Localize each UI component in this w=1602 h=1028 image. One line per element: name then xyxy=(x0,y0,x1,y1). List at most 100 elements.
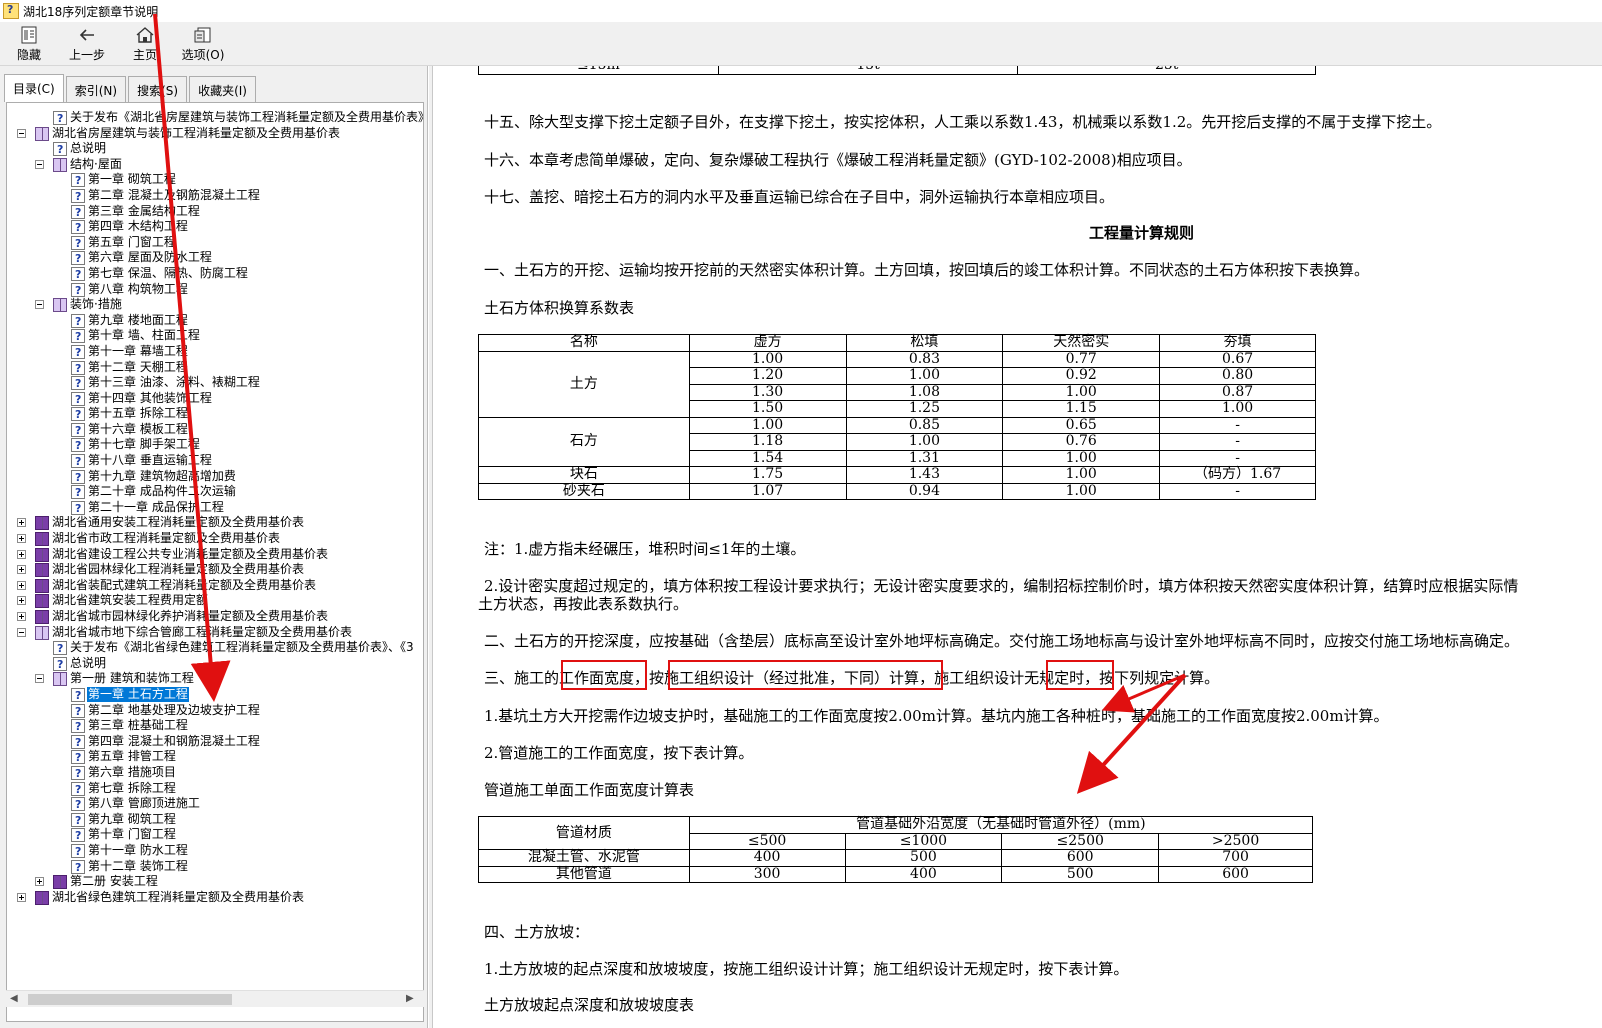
expand-icon[interactable] xyxy=(17,892,26,902)
annotation-box xyxy=(1046,660,1114,690)
tree-node[interactable]: 湖北省城市园林绿化养护消耗量定额及全费用基价表 xyxy=(7,609,419,625)
expand-icon[interactable] xyxy=(17,580,26,590)
tree-horizontal-scrollbar[interactable]: ◀ ▶ xyxy=(6,990,424,1007)
expand-icon[interactable] xyxy=(17,596,26,606)
pane-splitter[interactable] xyxy=(429,66,433,1028)
tree-node[interactable]: 关于发布《湖北省房屋建筑与装饰工程消耗量定额及全费用基价表》等 xyxy=(7,110,423,126)
tree-node[interactable]: 第六章 措施项目 xyxy=(7,765,419,781)
collapse-icon[interactable] xyxy=(35,300,44,310)
expand-icon[interactable] xyxy=(17,549,26,559)
tree-node-label: 第五章 排管工程 xyxy=(88,749,176,764)
tree-node[interactable]: 第九章 楼地面工程 xyxy=(7,313,419,329)
expand-icon[interactable] xyxy=(17,518,26,528)
tree-node[interactable]: 第五章 排管工程 xyxy=(7,749,419,765)
table-cell: 1.15 xyxy=(1002,400,1161,418)
tree-node[interactable]: 总说明 xyxy=(7,141,419,157)
tree-node[interactable]: 湖北省建筑安装工程费用定额 xyxy=(7,593,419,609)
hide-button[interactable]: 隐藏 xyxy=(0,22,58,66)
tab-contents[interactable]: 目录(C) xyxy=(4,74,64,102)
tree-node[interactable]: 第十九章 建筑物超高增加费 xyxy=(7,469,419,485)
tree-node-label: 第九章 砌筑工程 xyxy=(88,811,176,826)
scroll-right-arrow-icon[interactable]: ▶ xyxy=(406,993,414,1004)
tree-node-label: 装饰·措施 xyxy=(70,297,122,312)
tree-node[interactable]: 第四章 混凝土和钢筋混凝土工程 xyxy=(7,734,419,750)
expand-icon[interactable] xyxy=(35,877,44,887)
tree-node[interactable]: 结构·屋面 xyxy=(7,157,419,173)
tree-node[interactable]: 第十一章 幕墙工程 xyxy=(7,344,419,360)
tree-node[interactable]: 湖北省建设工程公共专业消耗量定额及全费用基价表 xyxy=(7,547,419,563)
tree-node[interactable]: 第七章 保温、隔热、防腐工程 xyxy=(7,266,419,282)
scroll-thumb[interactable] xyxy=(28,994,232,1005)
tree-node[interactable]: 第十四章 其他装饰工程 xyxy=(7,391,419,407)
tree-node[interactable]: 第十章 墙、柱面工程 xyxy=(7,328,419,344)
annotation-box xyxy=(668,660,943,690)
tree-node[interactable]: 第一章 砌筑工程 xyxy=(7,172,419,188)
tree-node[interactable]: 第九章 砌筑工程 xyxy=(7,812,419,828)
tree-node[interactable]: 第十五章 拆除工程 xyxy=(7,406,419,422)
tree-node[interactable]: 第二章 混凝土及钢筋混凝土工程 xyxy=(7,188,419,204)
tree-node[interactable]: 第十七章 脚手架工程 xyxy=(7,437,419,453)
tree-node[interactable]: 第六章 屋面及防水工程 xyxy=(7,250,419,266)
help-page-icon xyxy=(71,391,85,407)
tree-node[interactable]: 第三章 金属结构工程 xyxy=(7,204,419,220)
table-row: 混凝土管、水泥管 400 500 600 700 xyxy=(478,849,1313,867)
tree-node[interactable]: 关于发布《湖北省绿色建筑工程消耗量定额及全费用基价表》、《3 xyxy=(7,640,419,656)
tree-node[interactable]: 第一章 土石方工程 xyxy=(7,686,419,703)
tree-node[interactable]: 湖北省市政工程消耗量定额及全费用基价表 xyxy=(7,531,419,547)
table-cell: 其他管道 xyxy=(478,865,690,883)
table-cell: 600 xyxy=(1158,865,1313,883)
closed-book-icon xyxy=(35,563,49,578)
tree-node[interactable]: 第八章 构筑物工程 xyxy=(7,282,419,298)
tree-node-label: 结构·屋面 xyxy=(70,156,122,171)
tree-node[interactable]: 湖北省园林绿化工程消耗量定额及全费用基价表 xyxy=(7,562,419,578)
collapse-icon[interactable] xyxy=(35,674,44,684)
contents-tree[interactable]: 关于发布《湖北省房屋建筑与装饰工程消耗量定额及全费用基价表》等湖北省房屋建筑与装… xyxy=(7,110,423,906)
collapse-icon[interactable] xyxy=(17,128,26,138)
tree-node-label: 第一册 建筑和装饰工程 xyxy=(70,671,194,686)
tree-node[interactable]: 第八章 管廊顶进施工 xyxy=(7,796,419,812)
back-button[interactable]: 上一步 xyxy=(58,22,116,66)
tree-node[interactable]: 第三章 桩基础工程 xyxy=(7,718,419,734)
table3-title: 土方放坡起点深度和放坡坡度表 xyxy=(484,996,695,1014)
options-button[interactable]: 选项(O) xyxy=(174,22,232,66)
tree-node[interactable]: 湖北省通用安装工程消耗量定额及全费用基价表 xyxy=(7,515,419,531)
table-header: 管道材质 xyxy=(478,816,690,850)
tab-search[interactable]: 搜索(S) xyxy=(128,76,188,102)
tree-node[interactable]: 第十章 门窗工程 xyxy=(7,827,419,843)
tree-node-label: 第十六章 模板工程 xyxy=(88,421,188,436)
tree-node[interactable]: 第七章 拆除工程 xyxy=(7,781,419,797)
tab-favorites[interactable]: 收藏夹(I) xyxy=(189,76,256,102)
tree-node[interactable]: 第十二章 装饰工程 xyxy=(7,859,419,875)
tree-node[interactable]: 湖北省房屋建筑与装饰工程消耗量定额及全费用基价表 xyxy=(7,126,419,142)
tree-node[interactable]: 第二章 地基处理及边坡支护工程 xyxy=(7,703,419,719)
expand-icon[interactable] xyxy=(17,565,26,575)
collapse-icon[interactable] xyxy=(35,159,44,169)
tab-index[interactable]: 索引(N) xyxy=(65,76,127,102)
collapse-icon[interactable] xyxy=(17,627,26,637)
expand-icon[interactable] xyxy=(17,534,26,544)
tree-node[interactable]: 第四章 木结构工程 xyxy=(7,219,419,235)
tree-node[interactable]: 湖北省绿色建筑工程消耗量定额及全费用基价表 xyxy=(7,890,419,906)
tree-node[interactable]: 湖北省装配式建筑工程消耗量定额及全费用基价表 xyxy=(7,578,419,594)
tree-node[interactable]: 第十八章 垂直运输工程 xyxy=(7,453,419,469)
tree-node[interactable]: 第十三章 油漆、涂料、裱糊工程 xyxy=(7,375,419,391)
table-row: 土方 1.00 0.83 0.77 0.67 xyxy=(478,350,1316,418)
scroll-left-arrow-icon[interactable]: ◀ xyxy=(10,993,18,1004)
tree-node[interactable]: 第二十章 成品构件二次运输 xyxy=(7,484,419,500)
help-page-icon xyxy=(71,454,85,469)
tree-node[interactable]: 第十二章 天棚工程 xyxy=(7,360,419,376)
tree-node[interactable]: 第五章 门窗工程 xyxy=(7,235,419,251)
tree-node[interactable]: 第十一章 防水工程 xyxy=(7,843,419,859)
tree-node[interactable]: 第十六章 模板工程 xyxy=(7,422,419,438)
home-button[interactable]: 主页 xyxy=(116,22,174,66)
table-row: 块石 1.75 1.43 1.00 （码方）1.67 xyxy=(478,466,1316,484)
tree-node[interactable]: 总说明 xyxy=(7,656,419,672)
table-cell: 1.31 xyxy=(845,449,1004,467)
tree-node[interactable]: 装饰·措施 xyxy=(7,297,419,313)
rules-heading: 工程量计算规则 xyxy=(1089,224,1195,242)
tree-node[interactable]: 第一册 建筑和装饰工程 xyxy=(7,671,419,687)
tree-node[interactable]: 第二册 安装工程 xyxy=(7,874,419,890)
tree-node[interactable]: 第二十一章 成品保护工程 xyxy=(7,500,419,516)
expand-icon[interactable] xyxy=(17,612,26,621)
tree-node[interactable]: 湖北省城市地下综合管廊工程消耗量定额及全费用基价表 xyxy=(7,625,419,641)
